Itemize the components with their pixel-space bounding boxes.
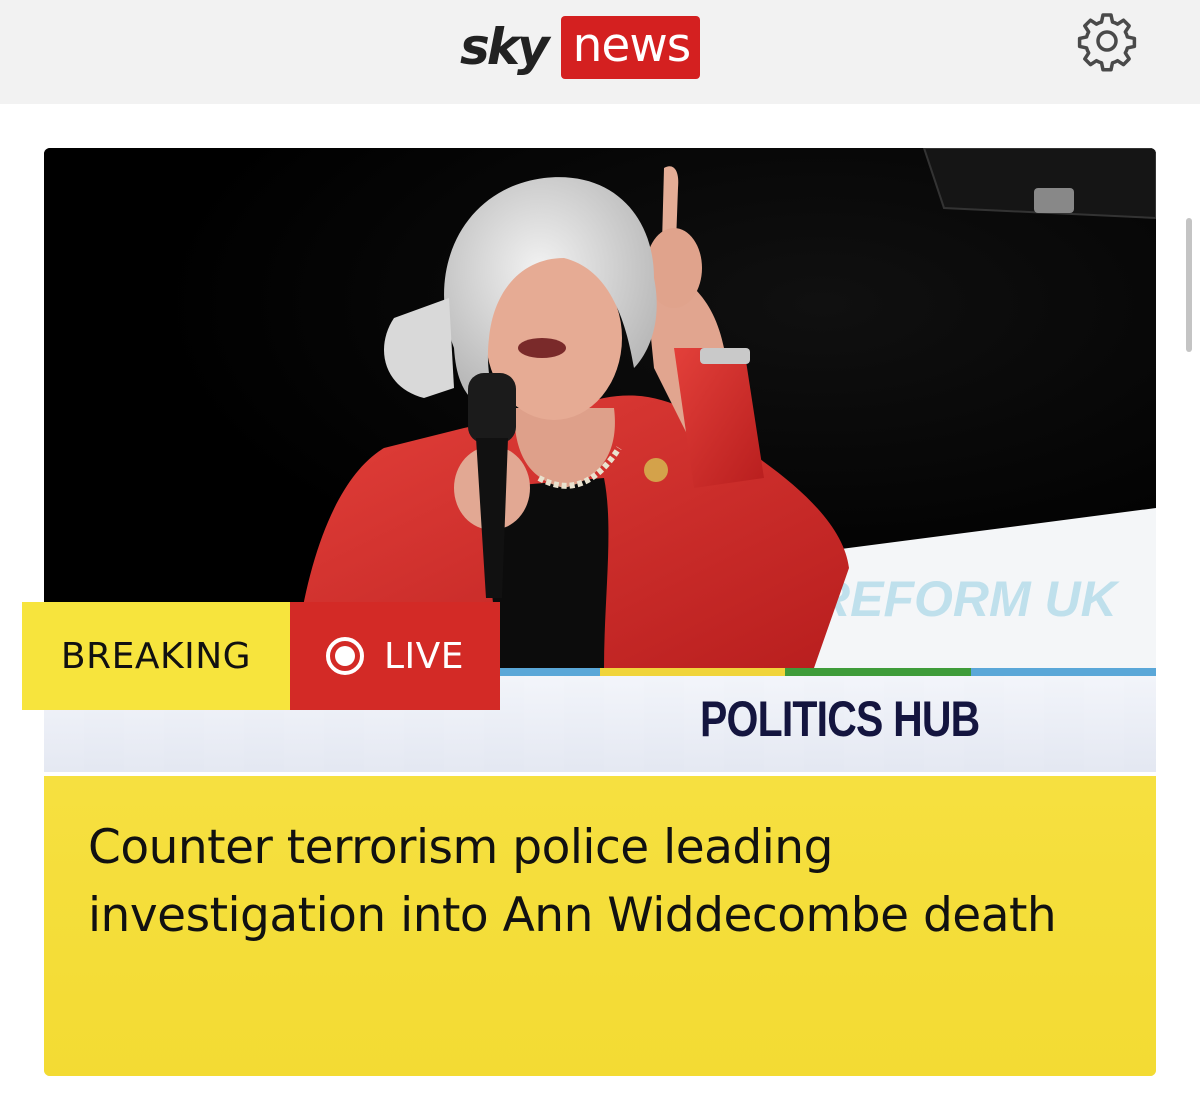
record-icon [325,637,364,675]
reform-sign-text: REFORM UK [814,571,1121,627]
gear-icon[interactable] [1076,10,1138,72]
sky-news-logo[interactable]: sky news [460,14,701,80]
breaking-badge: BREAKING [22,602,290,710]
live-button[interactable]: LIVE [290,602,500,710]
story-photo: REFORM UK [44,148,1156,668]
live-label: LIVE [383,635,465,677]
logo-sky-text: sky [460,18,550,76]
politics-hub-label: POLITICS HUB [700,691,980,747]
story-headline[interactable]: Counter terrorism police leading investi… [88,814,1068,950]
logo-news-text: news [560,15,701,79]
breaking-label: BREAKING [60,635,252,677]
story-image: REFORM UK [44,148,1156,668]
top-header: sky news [0,0,1200,104]
scrollbar[interactable] [1186,218,1192,352]
